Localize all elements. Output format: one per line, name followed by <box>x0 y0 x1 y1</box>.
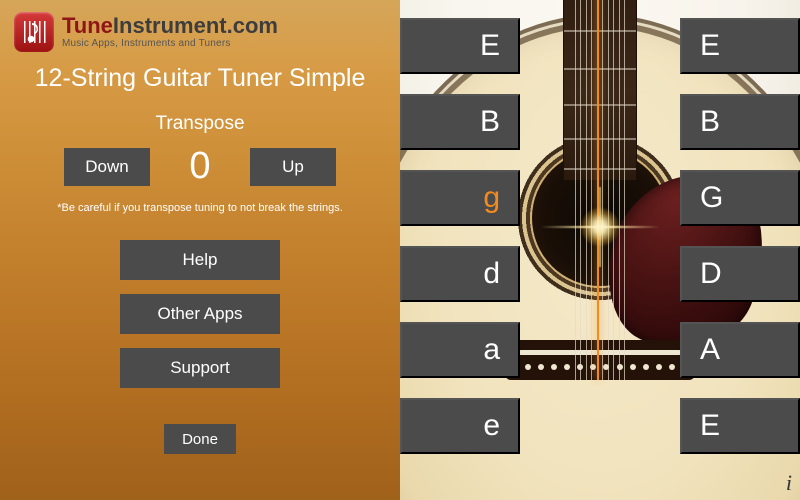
brand-tagline: Music Apps, Instruments and Tuners <box>62 39 278 49</box>
brand-text: TuneInstrument.com Music Apps, Instrumen… <box>62 15 278 49</box>
brand-name: TuneInstrument.com <box>62 15 278 37</box>
transpose-value: 0 <box>180 145 220 188</box>
brand-row: TuneInstrument.com Music Apps, Instrumen… <box>0 0 400 58</box>
note-right-3[interactable]: D <box>680 246 800 302</box>
done-button[interactable]: Done <box>164 424 236 454</box>
note-right-5[interactable]: E <box>680 398 800 454</box>
note-right-0[interactable]: E <box>680 18 800 74</box>
note-right-2[interactable]: G <box>680 170 800 226</box>
note-left-0[interactable]: E <box>400 18 520 74</box>
guitar-fretboard <box>563 0 637 180</box>
menu-column: Help Other Apps Support Done <box>0 240 400 454</box>
note-left-2[interactable]: g <box>400 170 520 226</box>
guitar-saddle <box>519 350 681 355</box>
transpose-up-button[interactable]: Up <box>250 148 336 186</box>
note-left-3[interactable]: d <box>400 246 520 302</box>
right-panel: E B g d a e E B G D A E i <box>400 0 800 500</box>
brand-part2: Instrument.com <box>113 13 278 38</box>
note-left-4[interactable]: a <box>400 322 520 378</box>
brand-part1: Tune <box>62 13 113 38</box>
other-apps-button[interactable]: Other Apps <box>120 294 280 334</box>
help-button[interactable]: Help <box>120 240 280 280</box>
transpose-label: Transpose <box>0 113 400 135</box>
transpose-row: Down 0 Up <box>0 145 400 188</box>
note-left-1[interactable]: B <box>400 94 520 150</box>
guitar-bridge-pins <box>525 364 675 374</box>
note-right-1[interactable]: B <box>680 94 800 150</box>
app-root: TuneInstrument.com Music Apps, Instrumen… <box>0 0 800 500</box>
guitar-bridge <box>505 340 695 380</box>
page-title: 12-String Guitar Tuner Simple <box>0 64 400 93</box>
note-right-4[interactable]: A <box>680 322 800 378</box>
left-panel: TuneInstrument.com Music Apps, Instrumen… <box>0 0 400 500</box>
brand-logo-icon <box>14 12 54 52</box>
info-button[interactable]: i <box>786 470 792 496</box>
note-left-5[interactable]: e <box>400 398 520 454</box>
transpose-down-button[interactable]: Down <box>64 148 150 186</box>
transpose-warning: *Be careful if you transpose tuning to n… <box>0 202 400 214</box>
support-button[interactable]: Support <box>120 348 280 388</box>
